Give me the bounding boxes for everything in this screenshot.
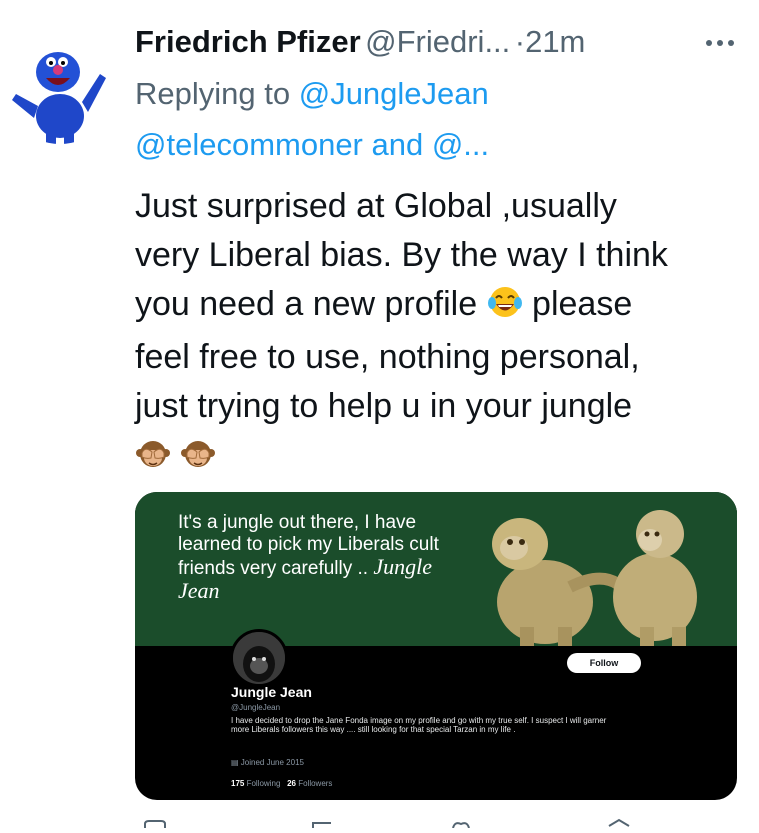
blue-furry-muppet-avatar [12,52,106,144]
retweet-icon [312,822,331,828]
monkeys-photo [450,492,737,646]
following-label: Following [246,779,281,788]
tweet-text-segment: please [532,285,633,323]
share-icon [608,818,630,827]
tweet-text-line: just trying to help u in your jungle [135,387,633,425]
author-name[interactable]: Friedrich Pfizer [135,24,361,59]
tweet-text-line: Just surprised at Global ,usually [135,187,617,225]
following-count: 175 [231,779,245,788]
tweet-text-line: you need a new profile please [135,280,745,333]
tweet-header: Friedrich Pfizer @Friedri... ·21m [135,24,755,68]
replying-to-prefix: Replying to [135,76,291,111]
reply-more-users-link[interactable]: @telecommoner and @... [135,127,489,163]
replying-to: Replying to @JungleJean [135,76,489,112]
tweet-actions [135,815,755,829]
tweet-time[interactable]: 21m [525,24,585,59]
profile-banner: It's a jungle out there, I have learned … [135,492,737,646]
profile-stats: 175 Following 26 Followers [231,779,332,788]
tweet-text-segment: you need a new profile [135,285,478,323]
see-no-evil-monkey-emoji [135,437,171,486]
author-avatar[interactable] [2,28,118,144]
like-icon [452,822,470,829]
followers-count: 26 [287,779,296,788]
calendar-icon: ▤ [231,758,239,767]
tweet-text: Just surprised at Global ,usually very L… [135,182,745,486]
profile-bio: I have decided to drop the Jane Fonda im… [231,716,607,734]
tears-of-joy-emoji [487,284,523,333]
profile-handle: @JungleJean [231,703,281,712]
profile-avatar [230,629,288,687]
tweet-text-line: feel free to use, nothing personal, [135,338,640,376]
follow-button: Follow [567,653,641,673]
reply-user-link[interactable]: @JungleJean [299,76,489,111]
joined-date: Joined June 2015 [240,758,304,767]
tweet-text-line [135,433,745,486]
attached-image[interactable]: It's a jungle out there, I have learned … [135,492,737,800]
gorilla-avatar-icon [233,632,285,684]
author-handle[interactable]: @Friedri... [365,24,510,59]
more-horizontal-icon[interactable] [705,34,735,52]
see-no-evil-monkey-emoji [180,437,216,486]
banner-quote: It's a jungle out there, I have learned … [178,512,458,604]
separator-dot: · [514,24,526,59]
followers-label: Followers [298,779,333,788]
tweet-text-line: very Liberal bias. By the way I think [135,236,668,274]
profile-name: Jungle Jean [231,684,312,700]
profile-joined: ▤ Joined June 2015 [231,758,304,767]
